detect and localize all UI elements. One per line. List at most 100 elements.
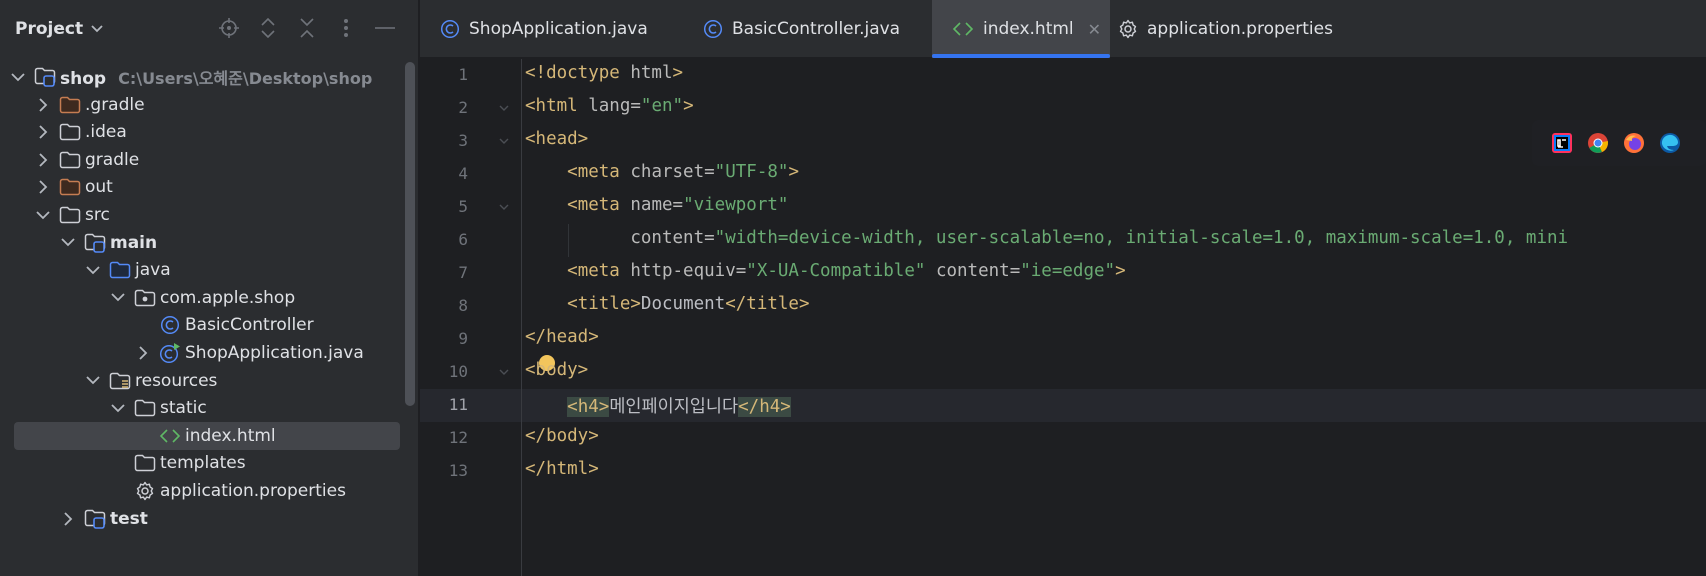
code-line: <meta name="viewport" bbox=[525, 195, 788, 215]
chevron-right-icon[interactable] bbox=[35, 124, 51, 140]
chevron-down-icon[interactable] bbox=[60, 235, 76, 251]
line-number: 11 bbox=[448, 395, 468, 414]
code-token: </title> bbox=[725, 294, 810, 314]
chevron-down-icon[interactable] bbox=[85, 262, 101, 278]
tree-item-main[interactable]: main bbox=[0, 228, 404, 258]
chevron-down-icon[interactable] bbox=[91, 21, 103, 37]
code-token: http-equiv= bbox=[630, 261, 747, 281]
tree-item-gradle[interactable]: gradle bbox=[0, 145, 404, 175]
runnable-class-icon bbox=[159, 343, 181, 364]
tree-item-resources[interactable]: resources bbox=[0, 366, 404, 396]
tab-application-properties[interactable]: application.properties bbox=[1110, 0, 1350, 58]
tab-shopapplication-java[interactable]: ShopApplication.java bbox=[432, 0, 682, 58]
project-pane-title[interactable]: Project bbox=[15, 19, 83, 39]
fold-marker-icon[interactable] bbox=[499, 135, 509, 148]
tree-item-com-apple-shop[interactable]: com.apple.shop bbox=[0, 283, 404, 313]
tree-item-out[interactable]: out bbox=[0, 172, 404, 202]
code-line: </html> bbox=[525, 459, 599, 479]
folder-icon bbox=[59, 150, 81, 170]
tab-label: index.html bbox=[983, 19, 1074, 39]
html-file-icon bbox=[952, 21, 974, 37]
line-number: 10 bbox=[448, 362, 468, 381]
chevron-right-icon[interactable] bbox=[60, 511, 76, 527]
tree-item-label: shop C:\Users\오혜준\Desktop\shop bbox=[60, 69, 373, 89]
tree-item-application-properties[interactable]: application.properties bbox=[0, 476, 404, 506]
fold-marker-icon[interactable] bbox=[499, 201, 509, 214]
collapse-all-icon[interactable] bbox=[296, 17, 318, 39]
chevron-down-icon[interactable] bbox=[110, 400, 126, 416]
tree-item-index-html[interactable]: index.html bbox=[0, 421, 404, 451]
intellij-icon[interactable] bbox=[1550, 131, 1574, 155]
tree-item-templates[interactable]: templates bbox=[0, 448, 404, 478]
code-token: "en" bbox=[640, 96, 684, 116]
code-token: <h4> bbox=[567, 397, 610, 417]
folder-icon bbox=[134, 398, 156, 418]
line-number: 1 bbox=[458, 65, 468, 84]
locate-icon[interactable] bbox=[218, 17, 240, 39]
expand-all-icon[interactable] bbox=[257, 17, 279, 39]
chevron-down-icon[interactable] bbox=[85, 373, 101, 389]
folder-icon bbox=[134, 453, 156, 473]
code-token: > bbox=[672, 63, 684, 83]
code-token: </head> bbox=[525, 327, 599, 347]
tree-item-shop[interactable]: shop C:\Users\오혜준\Desktop\shop bbox=[0, 62, 404, 92]
chevron-down-icon[interactable] bbox=[35, 207, 51, 223]
folder-icon bbox=[59, 122, 81, 142]
line-number: 12 bbox=[448, 428, 468, 447]
code-token: charset= bbox=[630, 162, 715, 182]
hide-icon[interactable] bbox=[374, 17, 396, 39]
fold-marker-icon[interactable] bbox=[499, 102, 509, 115]
editor-tab-bar: ShopApplication.java BasicController.java… bbox=[420, 0, 1706, 58]
line-number: 13 bbox=[448, 461, 468, 480]
tab-index-html[interactable]: index.html ✕ bbox=[932, 0, 1110, 58]
gear-icon bbox=[134, 481, 156, 501]
tree-item-idea[interactable]: .idea bbox=[0, 117, 404, 147]
java-class-icon bbox=[703, 19, 723, 39]
firefox-icon[interactable] bbox=[1622, 131, 1646, 155]
fold-marker-icon[interactable] bbox=[499, 366, 509, 379]
chevron-right-icon[interactable] bbox=[35, 179, 51, 195]
tree-item-shop-application[interactable]: ShopApplication.java bbox=[0, 338, 404, 368]
tree-item-label: .idea bbox=[85, 122, 127, 143]
chevron-right-icon[interactable] bbox=[135, 345, 151, 361]
code-token: "ie=edge" bbox=[1020, 261, 1116, 281]
tab-label: BasicController.java bbox=[732, 19, 901, 39]
code-token: Document bbox=[640, 294, 726, 314]
code-line: <body> bbox=[525, 360, 588, 380]
code-token: "width=device-width, user-scalable=no, i… bbox=[714, 228, 1569, 248]
line-number: 2 bbox=[458, 98, 468, 117]
line-number: 6 bbox=[458, 230, 468, 249]
tab-basiccontroller-java[interactable]: BasicController.java bbox=[695, 0, 920, 58]
chevron-down-icon[interactable] bbox=[110, 290, 126, 306]
chevron-right-icon[interactable] bbox=[35, 97, 51, 113]
code-token: > bbox=[788, 162, 799, 182]
code-token: "UTF-8" bbox=[714, 162, 789, 182]
tree-item-src[interactable]: src bbox=[0, 200, 404, 230]
tree-item-label: gradle bbox=[85, 149, 140, 170]
tree-item-java[interactable]: java bbox=[0, 255, 404, 285]
tree-item-label: java bbox=[135, 260, 171, 281]
options-icon[interactable] bbox=[335, 17, 357, 39]
project-tree-scrollbar[interactable] bbox=[405, 62, 415, 406]
tree-item-basic-controller[interactable]: BasicController bbox=[0, 310, 404, 340]
line-number: 4 bbox=[458, 164, 468, 183]
close-icon[interactable]: ✕ bbox=[1088, 20, 1101, 39]
code-editor[interactable]: 1 2 3 4 5 6 7 8 9 10 11 12 13 <!doctype html> <html l… bbox=[420, 59, 1706, 576]
chrome-icon[interactable] bbox=[1586, 131, 1610, 155]
code-token: "X-UA-Compatible" bbox=[746, 261, 936, 281]
ide-window: Project shop C:\Users\오혜준\Desktop\shop .gr… bbox=[0, 0, 1706, 576]
chevron-right-icon[interactable] bbox=[35, 152, 51, 168]
chevron-down-icon[interactable] bbox=[10, 69, 26, 85]
browser-preview-popup bbox=[1532, 120, 1706, 166]
code-token: <body> bbox=[525, 360, 589, 380]
tree-item-gradle-hidden[interactable]: .gradle bbox=[0, 90, 404, 120]
code-line: <title>Document</title> bbox=[525, 294, 810, 314]
tree-item-test[interactable]: test bbox=[0, 504, 404, 534]
line-number: 5 bbox=[458, 197, 468, 216]
tree-item-static[interactable]: static bbox=[0, 393, 404, 423]
code-line: <h4>메인페이지입니다</h4> bbox=[525, 393, 791, 418]
tree-item-label: com.apple.shop bbox=[160, 287, 296, 308]
edge-icon[interactable] bbox=[1658, 131, 1682, 155]
